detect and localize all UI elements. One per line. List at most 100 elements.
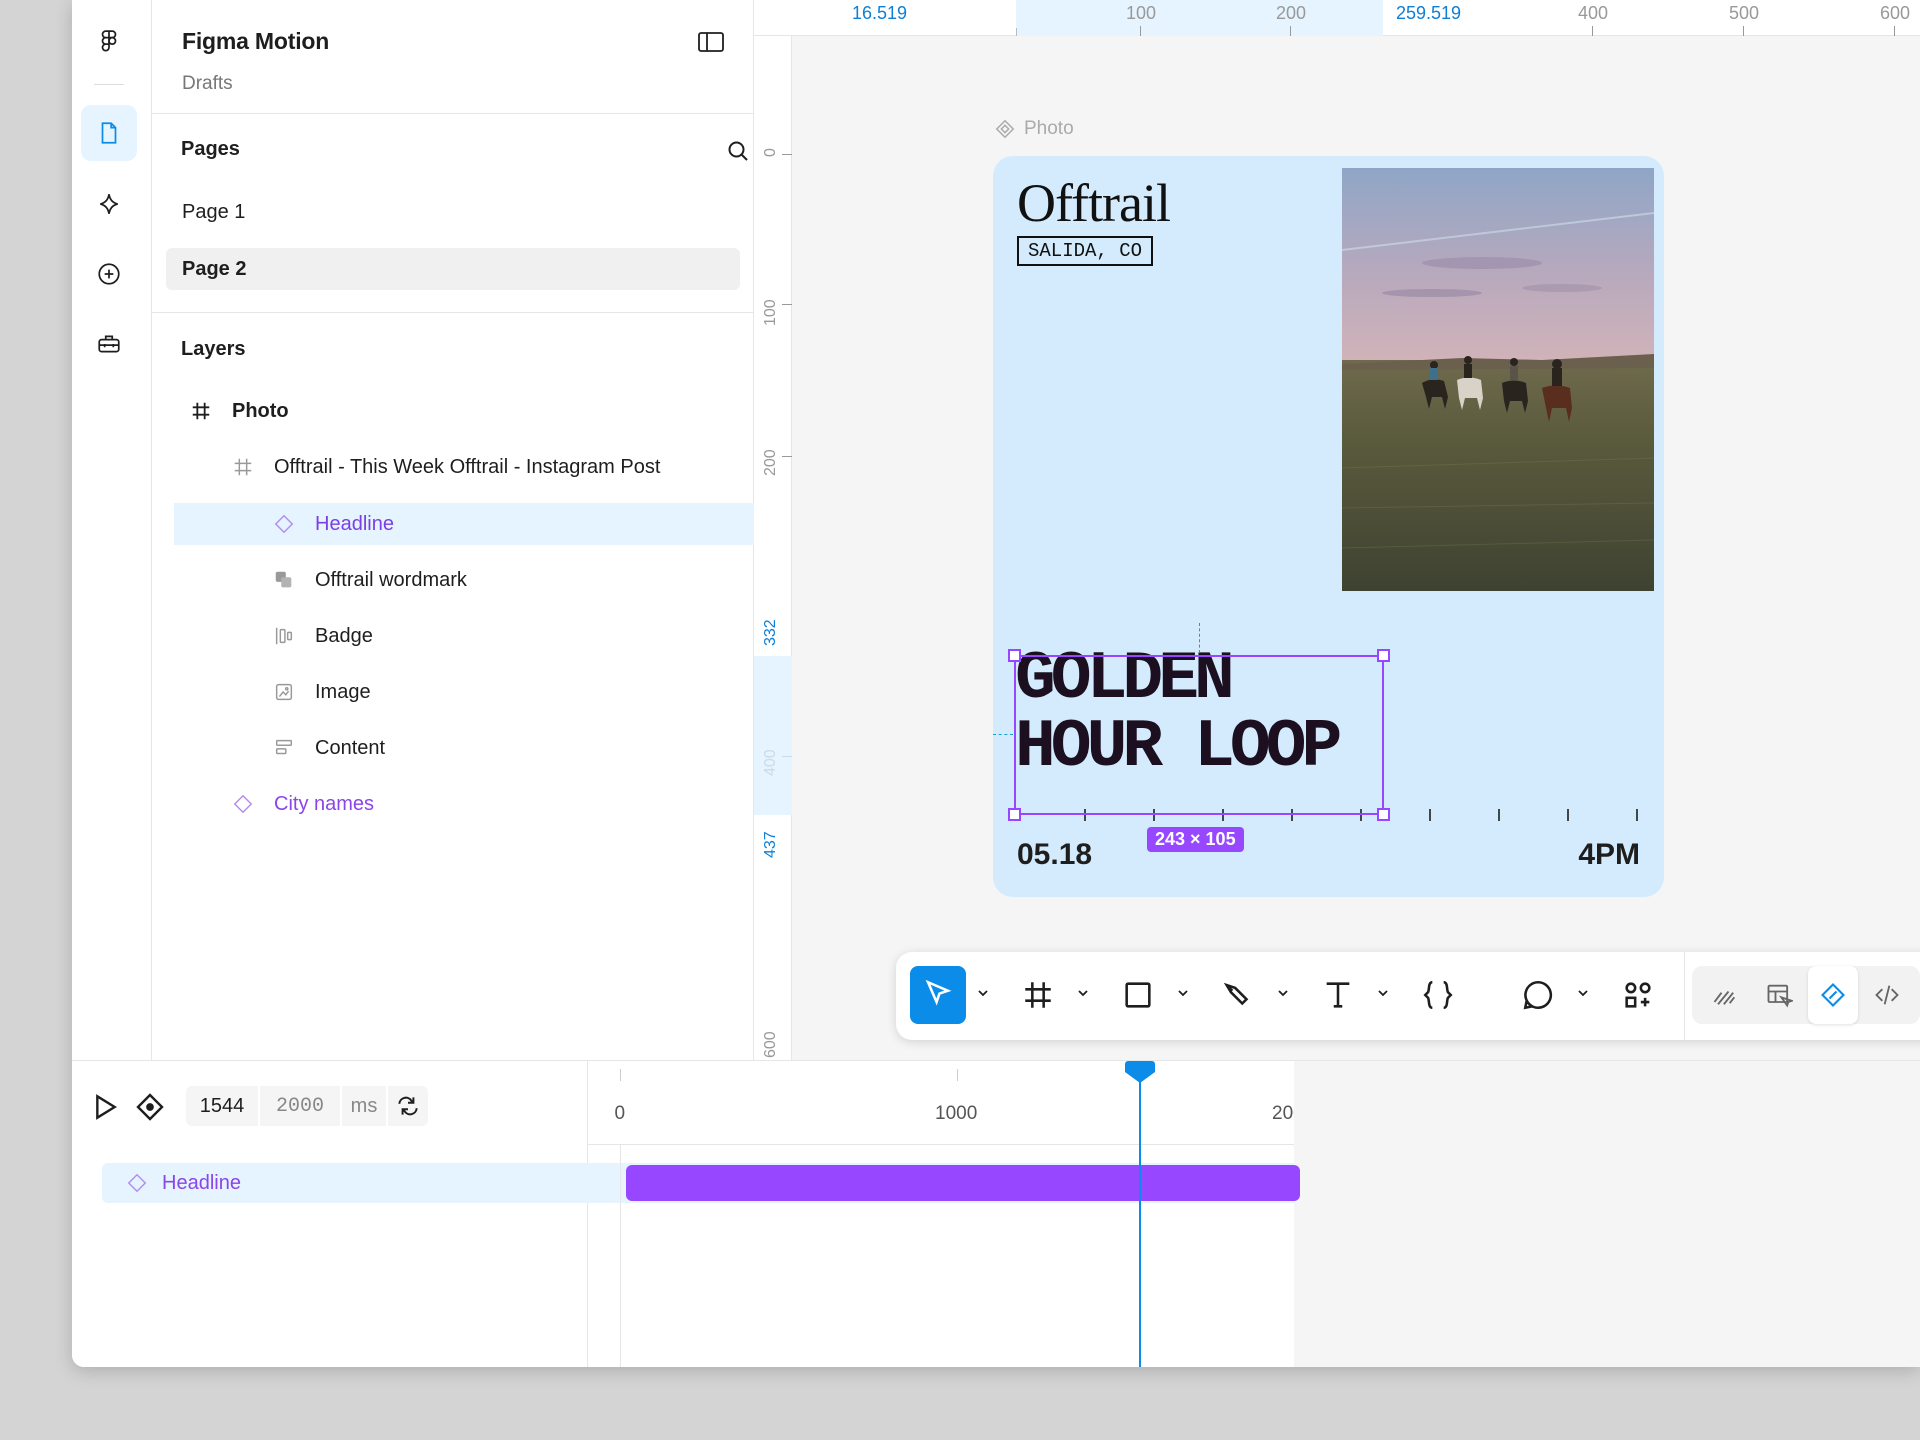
- layer-label: Photo: [232, 399, 289, 422]
- duration-input[interactable]: 2000: [260, 1086, 340, 1126]
- layer-label: Badge: [315, 624, 373, 647]
- add-circle-icon[interactable]: [81, 246, 137, 302]
- comment-tool-button[interactable]: [1510, 966, 1566, 1024]
- ruler-label: 332: [762, 619, 779, 646]
- offtrail-wordmark[interactable]: Offtrail: [1017, 172, 1171, 234]
- move-tool-button[interactable]: [910, 966, 966, 1024]
- timeline-tracks[interactable]: 0100020003000: [588, 1061, 1920, 1367]
- loop-icon[interactable]: [388, 1086, 428, 1126]
- canvas[interactable]: Photo Offtrail SALIDA, CO GOLDEN HOUR LO…: [792, 36, 1920, 1060]
- timeline-track-label-headline[interactable]: Headline: [102, 1163, 588, 1203]
- sparkle-icon[interactable]: [81, 176, 137, 232]
- pointer-icon: [925, 979, 952, 1006]
- resize-handle-top-right[interactable]: [1377, 649, 1390, 662]
- code-block-tool-button[interactable]: [1410, 966, 1466, 1024]
- panel-divider: [152, 312, 753, 313]
- pen-icon: [1223, 982, 1249, 1006]
- panel-divider: [152, 113, 753, 114]
- timeline-tick: [957, 1069, 958, 1081]
- actions-tool-button[interactable]: [1610, 966, 1666, 1024]
- layer-row-photo[interactable]: Photo: [174, 390, 754, 432]
- file-icon[interactable]: [81, 105, 137, 161]
- hero-photo[interactable]: [1342, 168, 1654, 591]
- frame-icon: [232, 456, 254, 478]
- toolbox-icon[interactable]: [81, 316, 137, 372]
- layer-row-badge[interactable]: Badge: [174, 615, 754, 657]
- resize-handle-bottom-left[interactable]: [1008, 808, 1021, 821]
- file-title[interactable]: Figma Motion: [182, 28, 329, 55]
- chevron-down-icon[interactable]: [1376, 986, 1390, 1000]
- ruler-tick: [1743, 26, 1744, 36]
- page-item-label: Page 2: [182, 257, 247, 280]
- layer-label: Offtrail wordmark: [315, 568, 467, 591]
- resize-handle-top-left[interactable]: [1008, 649, 1021, 662]
- ruler-label: 600: [762, 1031, 779, 1058]
- play-icon[interactable]: [88, 1091, 120, 1123]
- motion-mode-button[interactable]: [1808, 966, 1858, 1024]
- shape-tool-button[interactable]: [1110, 966, 1166, 1024]
- left-panel: Figma Motion Drafts Pages Page 1 Page 2 …: [152, 0, 799, 1060]
- layer-row-image[interactable]: Image: [174, 671, 754, 713]
- file-location[interactable]: Drafts: [182, 73, 233, 95]
- chevron-down-icon[interactable]: [1076, 986, 1090, 1000]
- chevron-down-icon[interactable]: [1576, 986, 1590, 1000]
- timeline-tick-label: 1000: [935, 1103, 978, 1124]
- ruler-tick: [782, 456, 792, 457]
- rail-divider: [94, 84, 124, 85]
- text-tool-button[interactable]: [1310, 966, 1366, 1024]
- layer-row-city-names[interactable]: City names: [174, 783, 754, 825]
- timeline-tick: [620, 1069, 621, 1081]
- pen-tool-button[interactable]: [1210, 966, 1266, 1024]
- pages-section-title: Pages: [181, 138, 240, 160]
- chevron-down-icon[interactable]: [1276, 986, 1290, 1000]
- playhead-handle[interactable]: [1125, 1061, 1156, 1083]
- layer-row-instagram-post[interactable]: Offtrail - This Week Offtrail - Instagra…: [174, 446, 754, 488]
- icon-rail: [72, 0, 152, 1060]
- component-instance-icon: [273, 513, 295, 535]
- ruler-tick: [1016, 28, 1017, 36]
- location-badge[interactable]: SALIDA, CO: [1017, 236, 1154, 266]
- timeline-controls: 1544 2000 ms Headline: [72, 1061, 588, 1367]
- keyframe-icon[interactable]: [134, 1091, 166, 1123]
- component-instance-icon: [127, 1173, 147, 1193]
- chevron-down-icon[interactable]: [976, 986, 990, 1000]
- ruler-tick: [782, 756, 792, 757]
- event-time[interactable]: 4PM: [1578, 838, 1640, 872]
- playhead[interactable]: [1139, 1061, 1142, 1367]
- page-item-page-2[interactable]: Page 2: [166, 248, 740, 290]
- ruler-selection-range: [754, 656, 792, 815]
- sidebar-toggle-icon[interactable]: [697, 30, 725, 54]
- ruler-tick: [1290, 26, 1291, 36]
- layer-row-headline[interactable]: Headline: [174, 503, 754, 545]
- current-time-input[interactable]: 1544: [186, 1086, 258, 1126]
- frame-tool-button[interactable]: [1010, 966, 1066, 1024]
- ruler-label: 100: [1126, 3, 1157, 23]
- draw-mode-button[interactable]: [1702, 966, 1748, 1024]
- figma-logo-icon[interactable]: [81, 14, 137, 70]
- page-item-page-1[interactable]: Page 1: [166, 191, 740, 233]
- animation-bar-headline[interactable]: [626, 1165, 1300, 1201]
- frame-icon: [190, 400, 212, 422]
- selection-box[interactable]: [1014, 655, 1384, 815]
- ruler-tick: [1592, 26, 1593, 36]
- ruler-label: 400: [762, 749, 779, 776]
- bottom-toolbar: [896, 952, 1920, 1040]
- layer-row-offtrail-wordmark[interactable]: Offtrail wordmark: [174, 559, 754, 601]
- dev-mode-button[interactable]: [1864, 966, 1910, 1024]
- slides-mode-button[interactable]: [1756, 966, 1802, 1024]
- ruler-label: 259.519: [1396, 3, 1462, 23]
- layer-row-content[interactable]: Content: [174, 727, 754, 769]
- spacing-guide-horizontal: [993, 734, 1013, 735]
- horizontal-ruler[interactable]: 16.519 100 200 259.519 400 500 600: [754, 0, 1920, 36]
- search-icon[interactable]: [722, 135, 754, 167]
- event-date[interactable]: 05.18: [1017, 838, 1092, 872]
- vertical-ruler[interactable]: 0 100 200 332 400 437 600: [754, 36, 792, 1060]
- ruler-label: 600: [1880, 3, 1911, 23]
- ruler-tick: [1140, 26, 1141, 36]
- chevron-down-icon[interactable]: [1176, 986, 1190, 1000]
- horse-riders-photo: [1342, 168, 1654, 591]
- ruler-tick: [782, 154, 792, 155]
- frame-label[interactable]: Photo: [994, 118, 1074, 140]
- timeline-out-of-range: [1294, 1061, 1920, 1367]
- resize-handle-bottom-right[interactable]: [1377, 808, 1390, 821]
